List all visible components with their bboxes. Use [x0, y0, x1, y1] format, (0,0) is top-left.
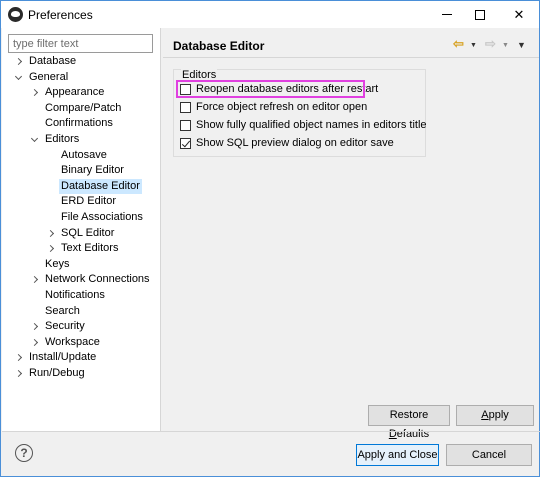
tree-item-confirmations[interactable]: Confirmations [2, 116, 160, 131]
tree-item-label: General [29, 71, 69, 83]
tree-item-run-debug[interactable]: Run/Debug [2, 366, 160, 381]
chevron-right-icon[interactable] [30, 319, 38, 334]
tree-item-label: Network Connections [45, 273, 150, 285]
back-arrow-icon[interactable]: ⇦ [453, 37, 464, 51]
checkbox-checked[interactable] [180, 138, 191, 149]
tree-item-sql-editor[interactable]: SQL Editor [2, 226, 160, 241]
chevron-down-icon[interactable] [30, 132, 38, 147]
option-label: Show SQL preview dialog on editor save [196, 137, 394, 149]
tree-item-label: Appearance [45, 86, 105, 98]
preference-tree-pane: Database General Appearance Compare/Patch Co… [2, 28, 161, 431]
checkbox[interactable] [180, 120, 191, 131]
page-navigation: ⇦ ▼ ⇨ ▼ ▼ [453, 37, 533, 51]
restore-defaults-button[interactable]: Restore Defaults [368, 405, 450, 440]
tree-item-label: Security [45, 320, 85, 332]
minimize-button[interactable] [432, 1, 462, 28]
tree-item-file-associations[interactable]: File Associations [2, 210, 160, 225]
help-icon[interactable]: ? [15, 444, 33, 462]
restore-defaults-label: Restore [389, 409, 429, 421]
tree-item-label: Search [45, 305, 80, 317]
footer-divider [2, 431, 540, 432]
tree-item-label: Workspace [45, 336, 100, 348]
minimize-icon [442, 14, 452, 15]
restore-defaults-label-rest: efaults [396, 428, 430, 440]
tree-item-general[interactable]: General [2, 70, 160, 85]
chevron-right-icon[interactable] [30, 335, 38, 350]
forward-dropdown-icon[interactable]: ▼ [502, 39, 509, 53]
tree-item-editors[interactable]: Editors [2, 132, 160, 147]
tree-item-label: Install/Update [29, 351, 97, 363]
filter-input[interactable] [8, 34, 153, 53]
chevron-right-icon[interactable] [14, 350, 22, 365]
apply-button[interactable]: Apply [456, 405, 534, 426]
tree-item-security[interactable]: Security [2, 319, 160, 334]
header-divider [163, 57, 539, 58]
preferences-window: Preferences ✕ Database General Appearance C… [0, 0, 540, 477]
tree-item-text-editors[interactable]: Text Editors [2, 241, 160, 256]
tree-item-label: Autosave [61, 149, 107, 161]
tree-item-label: Binary Editor [61, 164, 124, 176]
tree-item-install-update[interactable]: Install/Update [2, 350, 160, 365]
close-button[interactable]: ✕ [504, 1, 534, 28]
apply-mnemonic: A [481, 409, 489, 421]
chevron-right-icon[interactable] [46, 226, 54, 241]
cancel-button[interactable]: Cancel [446, 444, 532, 466]
tree-item-database[interactable]: Database [2, 54, 160, 69]
tree-item-label: Notifications [45, 289, 105, 301]
window-title: Preferences [28, 8, 93, 22]
app-logo-icon [8, 7, 23, 22]
tree-item-binary-editor[interactable]: Binary Editor [2, 163, 160, 178]
close-icon: ✕ [513, 6, 525, 22]
chevron-right-icon[interactable] [14, 54, 22, 69]
tree-item-network-connections[interactable]: Network Connections [2, 272, 160, 287]
back-dropdown-icon[interactable]: ▼ [470, 39, 477, 53]
tree-item-compare-patch[interactable]: Compare/Patch [2, 101, 160, 116]
title-bar: Preferences ✕ [1, 1, 539, 28]
chevron-right-icon[interactable] [14, 366, 22, 381]
tree-item-search[interactable]: Search [2, 304, 160, 319]
tree-item-label: SQL Editor [61, 227, 115, 239]
tree-item-label: Database [29, 55, 77, 67]
tree-item-label: Text Editors [61, 242, 119, 254]
tree-item-notifications[interactable]: Notifications [2, 288, 160, 303]
view-menu-icon[interactable]: ▼ [517, 38, 526, 52]
restore-defaults-mnemonic: D [388, 428, 397, 440]
chevron-right-icon[interactable] [30, 85, 38, 100]
page-title: Database Editor [173, 39, 265, 53]
tree-item-label: Database Editor [59, 179, 142, 194]
tree-item-keys[interactable]: Keys [2, 257, 160, 272]
highlight-box [176, 80, 365, 98]
maximize-button[interactable] [465, 1, 495, 28]
tree-item-workspace[interactable]: Workspace [2, 335, 160, 350]
tree-item-label: Run/Debug [29, 367, 85, 379]
tree-item-label: File Associations [61, 211, 143, 223]
option-label: Show fully qualified object names in edi… [196, 119, 427, 131]
checkbox[interactable] [180, 102, 191, 113]
apply-label: pply [488, 409, 509, 421]
tree-item-erd-editor[interactable]: ERD Editor [2, 194, 160, 209]
apply-and-close-button[interactable]: Apply and Close [356, 444, 439, 466]
tree-item-label: Confirmations [45, 117, 113, 129]
tree-item-autosave[interactable]: Autosave [2, 148, 160, 163]
tree-item-label: ERD Editor [61, 195, 117, 207]
forward-arrow-icon[interactable]: ⇨ [485, 37, 496, 51]
chevron-down-icon[interactable] [14, 70, 22, 85]
tree-item-label: Editors [45, 133, 80, 145]
chevron-right-icon[interactable] [46, 241, 54, 256]
tree-item-label: Compare/Patch [45, 102, 122, 114]
tree-item-appearance[interactable]: Appearance [2, 85, 160, 100]
tree-item-label: Keys [45, 258, 70, 270]
maximize-icon [475, 9, 485, 20]
option-label: Force object refresh on editor open [196, 101, 368, 113]
tree-item-database-editor[interactable]: Database Editor [2, 179, 160, 194]
chevron-right-icon[interactable] [30, 272, 38, 287]
